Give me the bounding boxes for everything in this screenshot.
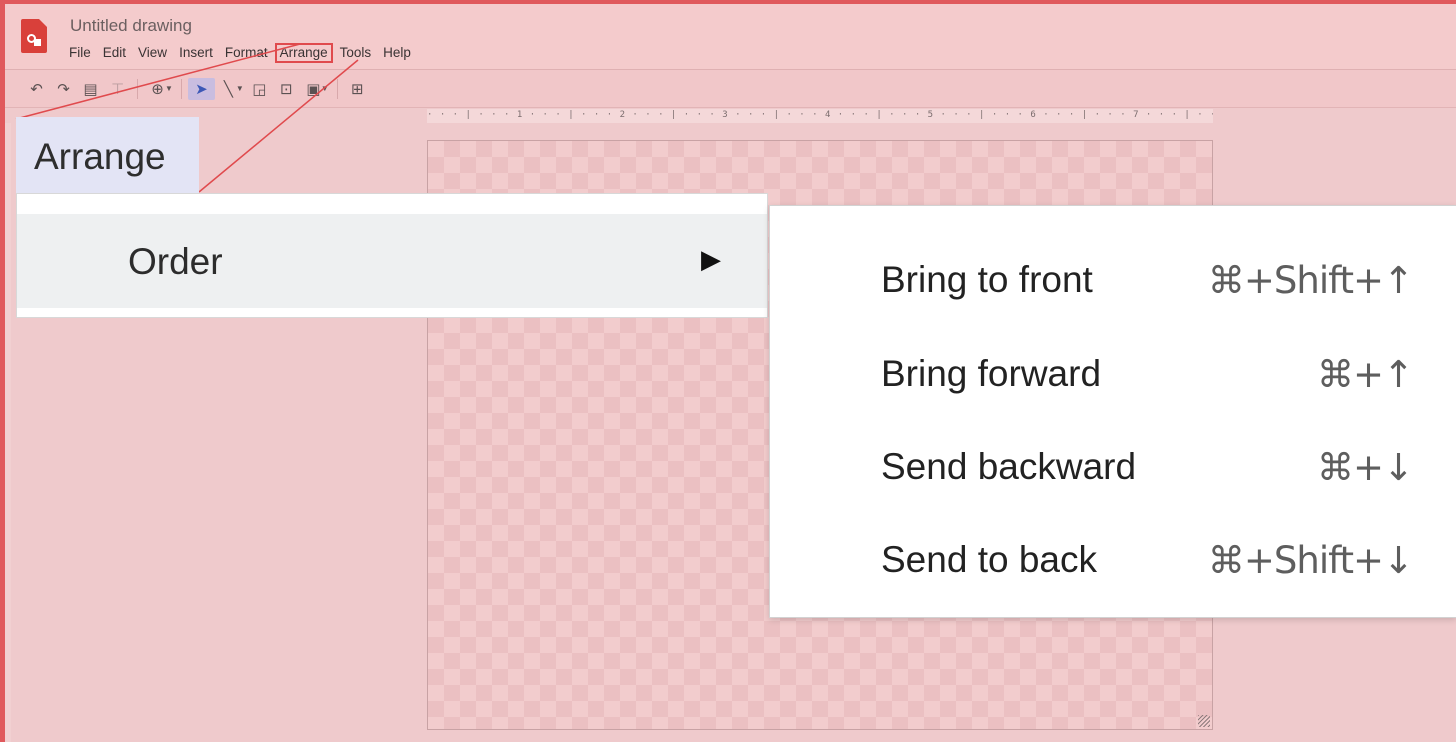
resize-grip-icon[interactable]: [1198, 715, 1210, 727]
menu-item-bring-to-front[interactable]: Bring to front ⌘+Shift+↑: [770, 234, 1456, 327]
send-to-back-shortcut: ⌘+Shift+↓: [1207, 539, 1414, 582]
menu-item-order[interactable]: Order ▶: [17, 214, 767, 308]
zoom-caret-icon[interactable]: ▼: [165, 84, 173, 93]
bring-forward-shortcut: ⌘+↑: [1316, 353, 1414, 396]
app-header: Untitled drawing File Edit View Insert F…: [5, 4, 1456, 70]
document-title[interactable]: Untitled drawing: [70, 16, 192, 36]
menu-item-send-backward[interactable]: Send backward ⌘+↓: [770, 421, 1456, 514]
drawings-logo-icon[interactable]: [21, 19, 47, 53]
menu-help[interactable]: Help: [378, 43, 416, 63]
toolbar-divider: [137, 78, 138, 99]
menu-view[interactable]: View: [133, 43, 172, 63]
toolbar-divider: [180, 78, 182, 99]
menu-file[interactable]: File: [64, 43, 96, 63]
logo-square-shape: [34, 39, 41, 46]
order-submenu: Bring to front ⌘+Shift+↑ Bring forward ⌘…: [769, 205, 1456, 618]
send-backward-label: Send backward: [881, 446, 1137, 487]
line-caret-icon[interactable]: ▼: [236, 84, 244, 93]
vertical-ruler: [5, 123, 11, 742]
send-to-back-label: Send to back: [881, 539, 1097, 580]
arrange-dropdown: Order ▶: [16, 193, 768, 318]
print-icon[interactable]: ▤: [77, 78, 104, 100]
toolbar-divider: [336, 78, 338, 99]
submenu-arrow-icon: ▶: [701, 244, 721, 274]
image-caret-icon[interactable]: ▼: [321, 84, 329, 93]
zoomed-arrange-menu-label[interactable]: Arrange: [16, 117, 199, 193]
menu-edit[interactable]: Edit: [98, 43, 131, 63]
undo-icon[interactable]: ↶: [23, 78, 50, 100]
add-comment-icon[interactable]: ⊞: [344, 78, 371, 100]
redo-icon[interactable]: ↷: [50, 78, 77, 100]
order-label: Order: [128, 241, 223, 282]
shape-icon[interactable]: ◲: [246, 78, 273, 100]
menu-item-send-to-back[interactable]: Send to back ⌘+Shift+↓: [770, 514, 1456, 607]
toolbar: ↶ ↷ ▤ ⊤ ⊕ ▼ ➤ ╲ ▼ ◲ ⊡ ▣ ▼ ⊞: [5, 70, 1456, 108]
paint-format-icon[interactable]: ⊤: [104, 78, 131, 100]
horizontal-ruler: · · · | · · · 1 · · · | · · · 2 · · · | …: [427, 109, 1213, 123]
menu-item-bring-forward[interactable]: Bring forward ⌘+↑: [770, 328, 1456, 421]
menu-tools[interactable]: Tools: [335, 43, 377, 63]
menu-insert[interactable]: Insert: [174, 43, 218, 63]
menu-format[interactable]: Format: [220, 43, 273, 63]
textbox-icon[interactable]: ⊡: [273, 78, 300, 100]
send-backward-shortcut: ⌘+↓: [1316, 446, 1414, 489]
bring-to-front-shortcut: ⌘+Shift+↑: [1207, 259, 1414, 302]
menu-arrange[interactable]: Arrange: [274, 43, 333, 63]
bring-to-front-label: Bring to front: [881, 259, 1093, 300]
bring-forward-label: Bring forward: [881, 353, 1102, 394]
zoomed-arrange-text: Arrange: [34, 136, 166, 177]
select-icon[interactable]: ➤: [187, 77, 215, 100]
menu-bar: File Edit View Insert Format Arrange Too…: [64, 43, 418, 63]
